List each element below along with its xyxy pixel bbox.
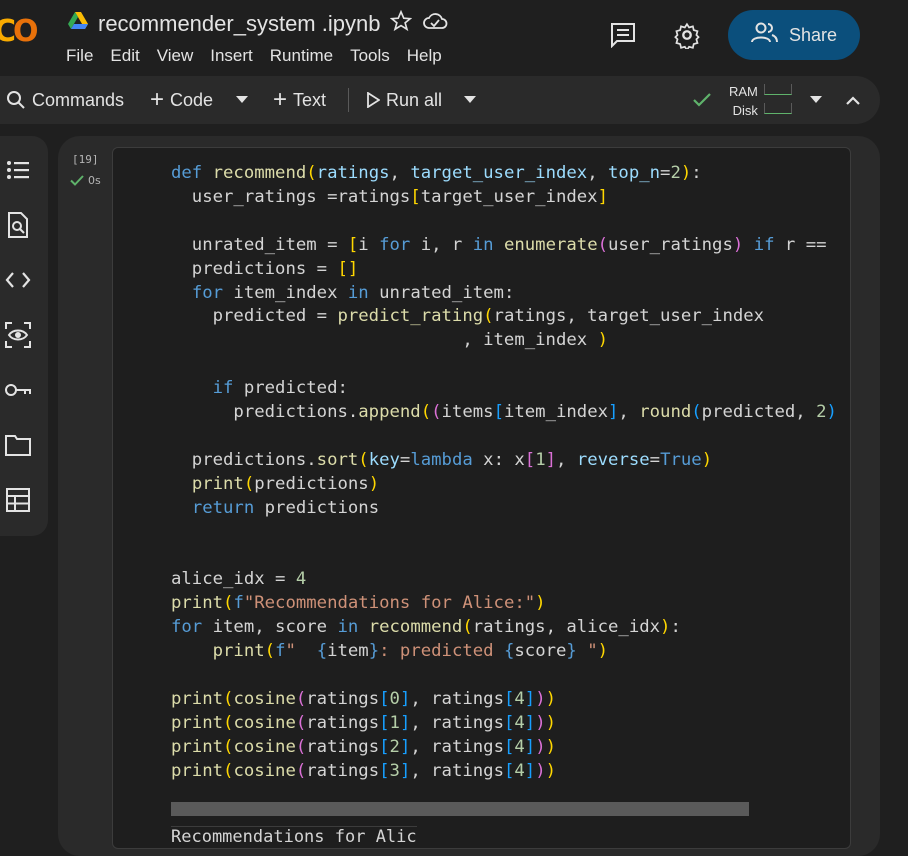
people-icon bbox=[750, 22, 779, 49]
cloud-icon[interactable] bbox=[422, 10, 448, 37]
connected-check-icon bbox=[692, 76, 712, 124]
menu-view[interactable]: View bbox=[157, 46, 203, 66]
execution-count[interactable]: [19] bbox=[72, 153, 99, 166]
add-text-button[interactable]: + Text bbox=[273, 76, 326, 124]
run-all-button[interactable]: Run all bbox=[366, 76, 442, 124]
left-sidebar bbox=[0, 136, 48, 536]
menu-tools[interactable]: Tools bbox=[350, 46, 399, 66]
horizontal-scrollbar[interactable] bbox=[171, 802, 749, 816]
dropdown-icon bbox=[236, 96, 248, 103]
secrets-icon[interactable] bbox=[4, 376, 32, 404]
plus-icon: + bbox=[273, 86, 288, 113]
menu-runtime[interactable]: Runtime bbox=[270, 46, 342, 66]
notebook-toolbar: Commands + Code + Text Run all RAM Disk bbox=[0, 76, 880, 124]
menu-bar: File Edit View Insert Runtime Tools Help bbox=[66, 46, 459, 66]
files-icon[interactable] bbox=[4, 431, 32, 459]
comment-icon[interactable] bbox=[608, 20, 638, 50]
notebook-title[interactable]: recommender_system .ipynb bbox=[98, 11, 380, 37]
run-all-dropdown[interactable] bbox=[464, 76, 476, 124]
share-button[interactable]: Share bbox=[728, 10, 860, 60]
ram-label: RAM bbox=[729, 84, 758, 99]
code-snippets-icon[interactable] bbox=[4, 266, 32, 294]
plus-icon: + bbox=[150, 86, 165, 113]
code-text[interactable]: def recommend(ratings, target_user_index… bbox=[171, 162, 837, 784]
title-row: recommender_system .ipynb bbox=[68, 9, 448, 37]
ram-meter bbox=[764, 84, 792, 95]
menu-file[interactable]: File bbox=[66, 46, 102, 66]
cell-output: Recommendations for Alic bbox=[171, 826, 417, 847]
toc-icon[interactable] bbox=[4, 156, 32, 184]
menu-edit[interactable]: Edit bbox=[110, 46, 148, 66]
exec-time: 0s bbox=[88, 174, 101, 187]
commands-label: Commands bbox=[32, 89, 125, 110]
menu-insert[interactable]: Insert bbox=[210, 46, 262, 66]
search-icon bbox=[7, 91, 25, 109]
resources-indicator[interactable]: RAM Disk bbox=[729, 82, 758, 120]
data-table-icon[interactable] bbox=[4, 486, 32, 514]
toolbar-divider bbox=[348, 88, 349, 112]
code-label: Code bbox=[170, 89, 214, 110]
add-code-button[interactable]: + Code bbox=[150, 76, 213, 124]
execution-status: 0s bbox=[70, 174, 101, 187]
play-icon bbox=[367, 92, 380, 108]
variables-icon[interactable] bbox=[4, 321, 32, 349]
disk-meter bbox=[764, 103, 792, 114]
menu-help[interactable]: Help bbox=[407, 46, 451, 66]
disk-label: Disk bbox=[732, 103, 758, 118]
gear-icon[interactable] bbox=[672, 20, 702, 50]
star-icon[interactable] bbox=[390, 9, 413, 37]
chevron-up-icon bbox=[846, 96, 860, 105]
code-editor[interactable]: def recommend(ratings, target_user_index… bbox=[112, 147, 851, 849]
find-icon[interactable] bbox=[4, 211, 32, 239]
colab-logo[interactable]: CO bbox=[0, 14, 38, 49]
drive-icon[interactable] bbox=[68, 12, 88, 35]
add-code-dropdown[interactable] bbox=[236, 76, 248, 124]
commands-button[interactable]: Commands bbox=[6, 76, 124, 124]
collapse-toolbar-button[interactable] bbox=[846, 76, 860, 124]
share-label: Share bbox=[788, 24, 838, 45]
runtime-dropdown[interactable] bbox=[810, 76, 822, 124]
dropdown-icon bbox=[464, 96, 476, 103]
run-all-label: Run all bbox=[386, 89, 443, 110]
dropdown-icon bbox=[810, 96, 822, 103]
check-icon bbox=[70, 175, 84, 186]
text-label: Text bbox=[293, 89, 327, 110]
